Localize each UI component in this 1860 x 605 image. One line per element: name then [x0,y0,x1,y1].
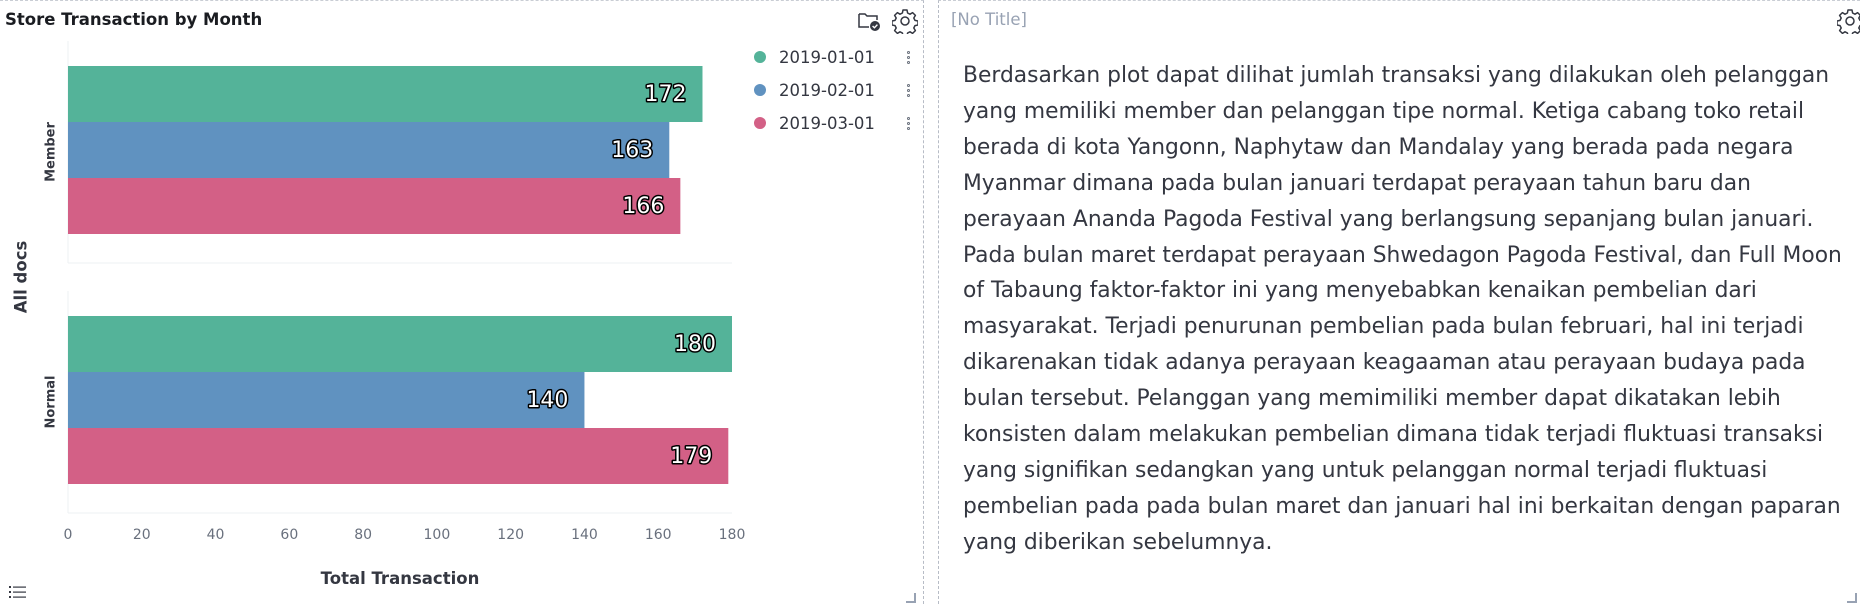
resize-handle[interactable] [1847,593,1857,603]
bar [68,178,681,234]
markdown-panel: [No Title] Berdasarkan plot dapat diliha… [938,0,1860,604]
tick-label: 100 [424,527,451,543]
list-icon[interactable] [4,581,32,603]
visualization-panel: Store Transaction by Month Member 172 163 1… [0,0,924,604]
bar [68,122,670,178]
tick-label: 60 [280,527,298,543]
split-label: All docs [12,241,31,314]
bar [68,316,732,372]
panel-title: [No Title] [951,10,1027,29]
data-label: 180 [674,332,716,357]
legend-actions-icon[interactable] [903,47,913,67]
legend-swatch [754,84,766,96]
markdown-body: Berdasarkan plot dapat dilihat jumlah tr… [963,58,1855,561]
bar [68,428,729,484]
bar [68,372,585,428]
gear-icon[interactable] [1836,7,1860,35]
legend-item-2019-02[interactable]: 2019-02-01 [754,79,875,101]
legend-label: 2019-01-01 [779,47,875,67]
markdown-paragraph: Berdasarkan plot dapat dilihat jumlah tr… [963,63,1842,555]
group-label: Member [44,122,59,182]
x-axis-title: Total Transaction [321,569,480,588]
group-label: Normal [44,376,59,429]
tick-label: 140 [571,527,598,543]
tick-label: 120 [497,527,524,543]
legend-actions-icon[interactable] [903,80,913,100]
tick-label: 80 [354,527,372,543]
legend-item-2019-01[interactable]: 2019-01-01 [754,46,875,68]
data-label: 166 [622,194,664,219]
tick-label: 160 [645,527,672,543]
legend-actions-icon[interactable] [903,113,913,133]
data-label: 163 [611,138,653,163]
tick-label: 180 [719,527,746,543]
data-label: 179 [670,444,712,469]
legend-label: 2019-02-01 [779,80,875,100]
tick-label: 40 [207,527,225,543]
tick-label: 20 [133,527,151,543]
resize-handle[interactable] [906,593,916,603]
bar [68,66,703,122]
legend-swatch [754,51,766,63]
data-label: 140 [526,388,568,413]
legend-label: 2019-03-01 [779,113,875,133]
legend-swatch [754,117,766,129]
legend-item-2019-03[interactable]: 2019-03-01 [754,112,875,134]
data-label: 172 [644,82,686,107]
tick-label: 0 [64,527,73,543]
